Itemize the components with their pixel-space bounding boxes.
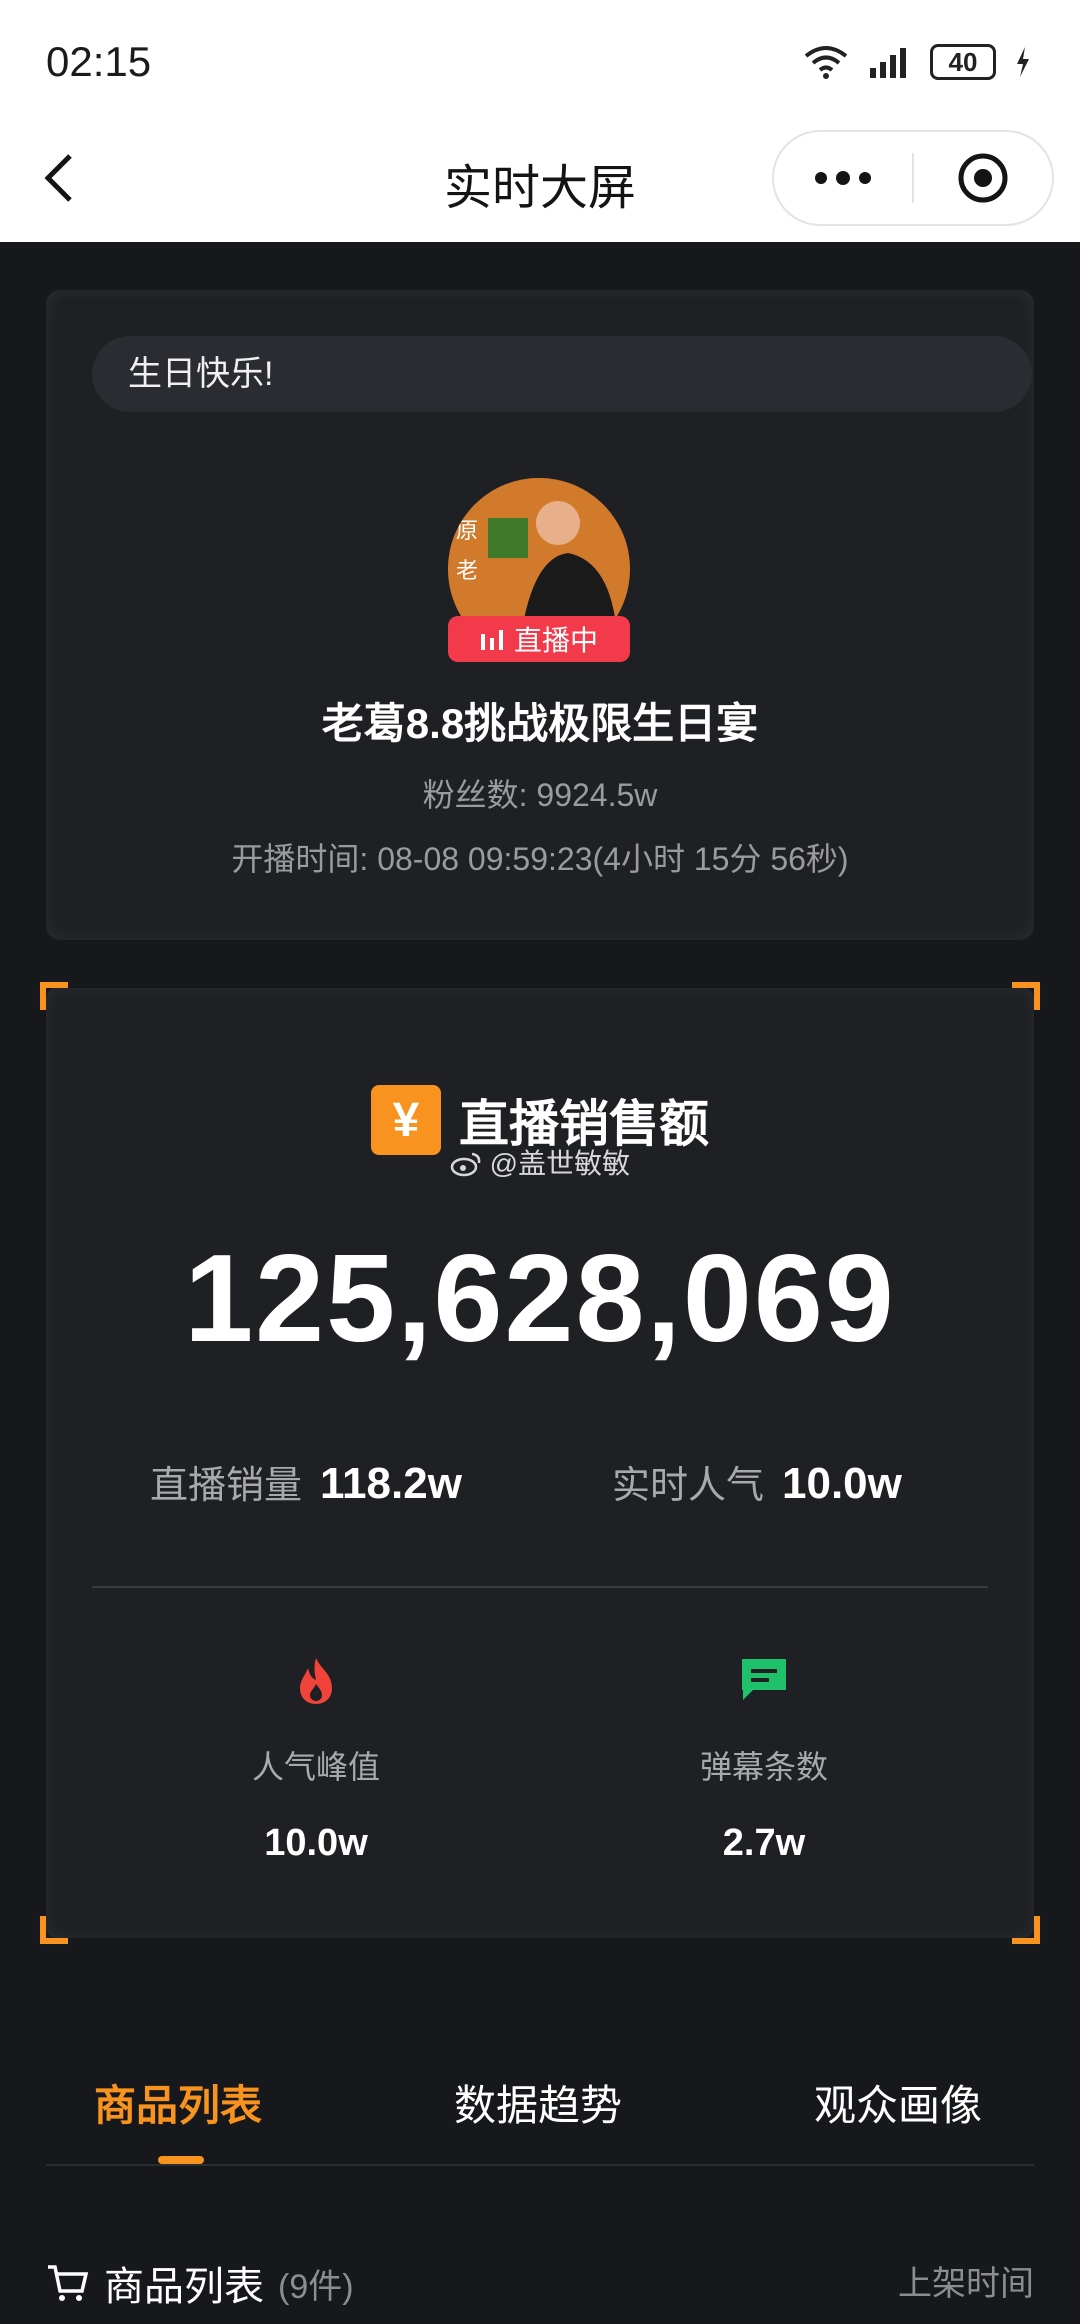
- tab-audience-profile[interactable]: 观众画像: [814, 2072, 982, 2133]
- tab-bar: 商品列表 数据趋势 观众画像: [46, 2060, 1034, 2170]
- sort-by-listing-time[interactable]: 上架时间: [898, 2256, 1034, 2305]
- sales-total: 125,628,069: [184, 1230, 896, 1368]
- fire-icon: [300, 1658, 332, 1704]
- mini-program-capsule: [772, 130, 1054, 226]
- notice-bar: 生日快乐!: [92, 336, 1032, 412]
- danmaku-metric: 弹幕条数 2.7w: [614, 1656, 914, 1865]
- sales-volume: 直播销量 118.2w: [150, 1454, 462, 1509]
- tab-indicator: [158, 2156, 204, 2164]
- more-button[interactable]: [774, 132, 912, 224]
- corner-decoration: [1012, 982, 1040, 1010]
- realtime-popularity: 实时人气 10.0w: [612, 1454, 902, 1509]
- battery-indicator: 40: [930, 44, 996, 80]
- peak-popularity-value: 10.0w: [264, 1822, 368, 1864]
- chat-icon: [742, 1659, 786, 1700]
- status-time: 02:15: [46, 38, 152, 85]
- svg-text:老: 老: [456, 559, 478, 584]
- close-button[interactable]: [914, 132, 1052, 224]
- tab-product-list[interactable]: 商品列表: [94, 2072, 262, 2133]
- cart-icon: [48, 2265, 89, 2301]
- divider: [92, 1586, 988, 1588]
- realtime-popularity-value: 10.0w: [782, 1459, 902, 1508]
- corner-decoration: [40, 1916, 68, 1944]
- live-bars-icon: [480, 630, 503, 650]
- status-icons: 40: [802, 44, 1032, 80]
- peak-popularity-metric: 人气峰值 10.0w: [166, 1656, 466, 1865]
- start-time: 开播时间: 08-08 09:59:23(4小时 15分 56秒): [231, 841, 849, 877]
- room-title: 老葛8.8挑战极限生日宴: [321, 700, 759, 747]
- signal-icon: [870, 48, 906, 78]
- sales-volume-value: 118.2w: [320, 1459, 462, 1508]
- watermark-text: @盖世敏敏: [489, 1148, 631, 1179]
- more-dots-icon: [815, 171, 871, 185]
- product-list-count: (9件): [278, 2267, 354, 2306]
- corner-decoration: [1012, 1916, 1040, 1944]
- sales-card: ¥ 直播销售额 @盖世敏敏 125,628,069 直播销量 118.2w 实时人…: [40, 982, 1040, 1944]
- top-bar: 02:15 40 实时大屏: [0, 0, 1080, 242]
- live-badge-label: 直播中: [513, 625, 598, 656]
- danmaku-value: 2.7w: [722, 1822, 806, 1864]
- charging-icon: [1017, 47, 1029, 77]
- tab-data-trend[interactable]: 数据趋势: [454, 2072, 622, 2133]
- danmaku-label: 弹幕条数: [699, 1749, 828, 1785]
- corner-decoration: [40, 982, 68, 1010]
- sales-volume-label: 直播销量: [150, 1465, 303, 1507]
- weibo-icon: [450, 1152, 481, 1177]
- target-close-icon: [958, 153, 1008, 203]
- watermark: @盖世敏敏: [46, 1142, 1034, 1182]
- realtime-popularity-label: 实时人气: [612, 1465, 765, 1507]
- streamer-card: 生日快乐! 原 老 直播中 老葛8.8挑战极限生日宴 粉丝数: 9924.5w …: [46, 290, 1034, 940]
- live-badge: 直播中: [448, 616, 630, 662]
- product-list-header: 商品列表 (9件): [46, 2254, 354, 2312]
- peak-popularity-label: 人气峰值: [251, 1749, 380, 1785]
- tabs-divider: [46, 2164, 1034, 2166]
- wifi-icon: [804, 46, 848, 79]
- svg-text:原: 原: [456, 519, 478, 544]
- fans-count: 粉丝数: 9924.5w: [422, 777, 658, 813]
- product-list-title: 商品列表: [104, 2265, 264, 2309]
